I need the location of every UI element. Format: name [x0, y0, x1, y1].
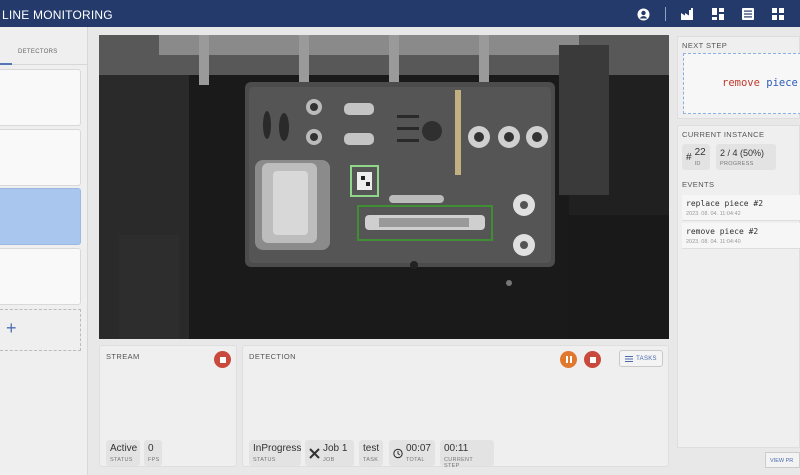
tasks-label: TASKS	[636, 355, 657, 362]
camera-frame-image	[99, 35, 669, 339]
factory-icon[interactable]	[680, 6, 696, 22]
code-rest: piece	[766, 77, 798, 89]
instance-progress-label: PROGRESS	[720, 161, 754, 167]
sidebar-card[interactable]	[0, 248, 81, 305]
tab-active[interactable]	[0, 27, 12, 65]
stream-status-chip: Active STATUS	[106, 440, 140, 466]
detection-status-chip: InProgress STATUS	[249, 440, 301, 466]
sidebar-card-selected[interactable]	[0, 188, 81, 245]
event-item[interactable]: remove piece #2 2023. 08. 04. 11:04:40	[682, 223, 800, 249]
detection-total-label: TOTAL	[405, 457, 425, 463]
instance-id-value: 22	[694, 147, 706, 158]
account-icon[interactable]	[635, 6, 651, 22]
list-view-icon[interactable]	[740, 6, 756, 22]
header-icons	[621, 6, 786, 22]
stream-fps-label: FPS	[148, 457, 160, 463]
app-title: LINE MONITORING	[2, 8, 113, 22]
event-name: replace piece #2	[686, 199, 764, 208]
sidebar-card[interactable]	[0, 69, 81, 126]
header-divider	[665, 7, 666, 21]
detection-job-chip: Job 1 JOB	[305, 440, 354, 466]
add-card-button[interactable]: +	[0, 309, 81, 351]
stream-panel: STREAM Active STATUS 0 FPS	[99, 345, 237, 467]
next-step-code-box: remove piece	[683, 53, 800, 114]
next-step-panel: NEXT STEP remove piece	[677, 36, 800, 119]
detection-step-value: 00:11	[444, 443, 469, 454]
add-icon: +	[6, 318, 17, 338]
detection-job-value: Job 1	[323, 443, 348, 454]
sidebar-card[interactable]	[0, 129, 81, 186]
detection-task-value: test	[363, 443, 380, 454]
grid-apps-icon[interactable]	[770, 6, 786, 22]
stream-status-label: STATUS	[110, 457, 133, 463]
detection-task-label: TASK	[363, 457, 379, 463]
events-title: EVENTS	[682, 180, 715, 189]
instance-id-chip: # 22 ID	[682, 144, 710, 170]
detection-total-chip: 00:07 TOTAL	[389, 440, 435, 466]
camera-view	[99, 35, 669, 339]
detection-title: DETECTION	[249, 352, 296, 361]
instance-progress-chip: 2 / 4 (50%) PROGRESS	[716, 144, 776, 170]
detection-job-label: JOB	[323, 457, 335, 463]
dashboard-icon[interactable]	[710, 6, 726, 22]
right-panel: NEXT STEP remove piece CURRENT INSTANCE …	[673, 27, 800, 475]
detection-status-label: STATUS	[253, 457, 276, 463]
view-button[interactable]: VIEW PR	[765, 452, 800, 468]
detection-stop-button[interactable]	[584, 351, 601, 368]
detection-pause-button[interactable]	[560, 351, 577, 368]
event-date: 2023. 08. 04. 11:04:40	[686, 239, 741, 245]
event-item[interactable]: replace piece #2 2023. 08. 04. 11:04:42	[682, 195, 800, 221]
stream-fps-value: 0	[148, 443, 154, 454]
tab-detectors[interactable]: DETECTORS	[18, 49, 58, 55]
stop-icon	[219, 356, 226, 363]
tasks-button[interactable]: TASKS	[619, 350, 663, 367]
sidebar-tabs: DETECTORS	[0, 27, 87, 65]
pause-icon	[565, 356, 572, 363]
stream-title: STREAM	[106, 352, 140, 361]
detection-total-value: 00:07	[405, 443, 431, 454]
instance-progress-value: 2 / 4 (50%)	[720, 148, 765, 158]
hash-icon: #	[686, 151, 692, 163]
tools-icon	[309, 447, 320, 459]
left-sidebar: DETECTORS +	[0, 27, 88, 475]
stop-icon	[589, 356, 596, 363]
clock-icon	[393, 448, 403, 458]
top-bar: LINE MONITORING	[0, 0, 800, 27]
next-step-code: remove piece	[722, 77, 798, 89]
detection-panel: DETECTION TASKS InProgress STATUS Job 1 …	[242, 345, 669, 469]
current-instance-title: CURRENT INSTANCE	[682, 130, 765, 139]
event-name: remove piece #2	[686, 227, 759, 236]
detection-status-value: InProgress	[253, 443, 302, 454]
code-keyword: remove	[722, 77, 760, 89]
list-icon	[625, 355, 634, 362]
next-step-title: NEXT STEP	[682, 41, 728, 50]
detection-task-chip: test TASK	[359, 440, 383, 466]
instance-id-label: ID	[694, 161, 701, 167]
stream-fps-chip: 0 FPS	[144, 440, 162, 466]
detection-step-label: CURRENT STEP	[444, 457, 473, 469]
event-date: 2023. 08. 04. 11:04:42	[686, 211, 741, 217]
stream-status-value: Active	[110, 443, 138, 454]
stream-stop-button[interactable]	[214, 351, 231, 368]
current-instance-panel: CURRENT INSTANCE # 22 ID 2 / 4 (50%) PRO…	[677, 125, 800, 448]
detection-step-chip: 00:11 CURRENT STEP	[440, 440, 494, 469]
